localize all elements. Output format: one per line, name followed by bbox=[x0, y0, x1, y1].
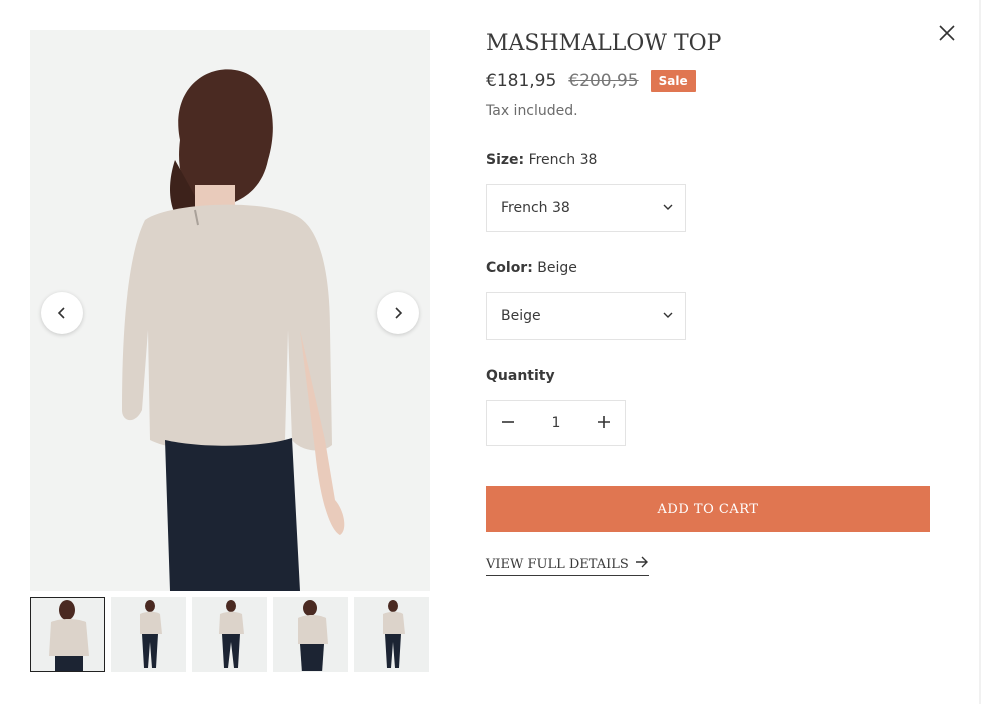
close-button[interactable] bbox=[936, 22, 958, 44]
size-select[interactable]: French 38 bbox=[486, 184, 686, 232]
gallery-thumbnails bbox=[30, 597, 430, 672]
thumbnail-2[interactable] bbox=[111, 597, 186, 672]
sale-badge: Sale bbox=[650, 70, 696, 92]
gallery-prev-button[interactable] bbox=[41, 292, 83, 334]
thumbnail-3[interactable] bbox=[192, 597, 267, 672]
quick-view-modal: MASHMALLOW TOP €181,95 €200,95 Sale Tax … bbox=[0, 0, 981, 704]
gallery-next-button[interactable] bbox=[377, 292, 419, 334]
color-select-value: Beige bbox=[501, 308, 541, 324]
color-value: Beige bbox=[537, 260, 577, 276]
sale-price: €181,95 bbox=[486, 71, 557, 91]
color-option-label: Color: Beige bbox=[486, 260, 577, 276]
chevron-down-icon bbox=[663, 200, 673, 216]
size-select-value: French 38 bbox=[501, 200, 570, 216]
view-full-details-label: VIEW FULL DETAILS bbox=[486, 556, 629, 572]
quantity-increase-button[interactable] bbox=[583, 401, 625, 445]
arrow-right-icon bbox=[635, 556, 649, 572]
size-value: French 38 bbox=[528, 152, 598, 168]
view-full-details-link[interactable]: VIEW FULL DETAILS bbox=[486, 556, 649, 576]
color-label: Color: bbox=[486, 260, 533, 276]
chevron-down-icon bbox=[663, 308, 673, 324]
quantity-decrease-button[interactable] bbox=[487, 401, 529, 445]
tax-note: Tax included. bbox=[486, 103, 578, 119]
thumbnail-1[interactable] bbox=[30, 597, 105, 672]
add-to-cart-button[interactable]: ADD TO CART bbox=[486, 486, 930, 532]
quantity-label: Quantity bbox=[486, 368, 555, 384]
product-main-image[interactable] bbox=[30, 30, 430, 591]
quantity-stepper: 1 bbox=[486, 400, 626, 446]
chevron-right-icon bbox=[392, 304, 404, 323]
close-icon bbox=[936, 25, 958, 48]
chevron-left-icon bbox=[56, 304, 68, 323]
size-label: Size: bbox=[486, 152, 525, 168]
price-row: €181,95 €200,95 Sale bbox=[486, 70, 696, 92]
product-title: MASHMALLOW TOP bbox=[486, 31, 722, 56]
thumbnail-5[interactable] bbox=[354, 597, 429, 672]
plus-icon bbox=[597, 414, 611, 433]
minus-icon bbox=[501, 414, 515, 433]
compare-price: €200,95 bbox=[568, 71, 639, 91]
quantity-value[interactable]: 1 bbox=[529, 415, 583, 431]
size-option-label: Size: French 38 bbox=[486, 152, 597, 168]
thumbnail-4[interactable] bbox=[273, 597, 348, 672]
color-select[interactable]: Beige bbox=[486, 292, 686, 340]
